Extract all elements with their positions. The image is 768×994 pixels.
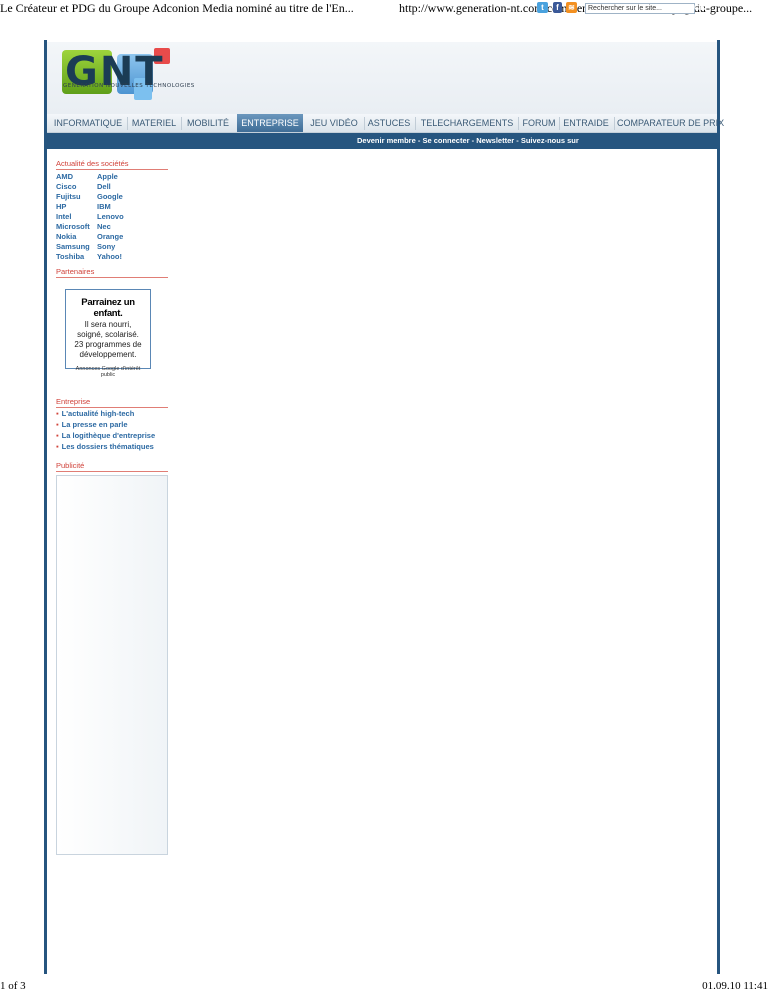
facebook-icon[interactable]: f <box>553 2 562 13</box>
ad-footer: Annonces Google d'intérêt public <box>75 366 141 378</box>
enterprise-link-label: La presse en parle <box>61 420 128 429</box>
follow-label: Suivez-nous sur <box>520 136 579 145</box>
member-bar: Devenir membre - Se connecter - Newslett… <box>47 133 717 149</box>
companies-heading: Actualité des sociétés <box>56 159 168 170</box>
ad-body: Il sera nourri, soigné, scolarisé. 23 pr… <box>74 320 142 359</box>
login-link[interactable]: Se connecter <box>422 136 469 145</box>
print-datetime: 01.09.10 11:41 <box>702 980 768 992</box>
company-link[interactable]: Google <box>97 192 123 201</box>
nav-separator <box>181 117 182 130</box>
link-separator: - <box>514 136 521 145</box>
bullet-icon: ▪ <box>56 442 59 451</box>
company-link[interactable]: Yahoo! <box>97 252 122 261</box>
nav-item-forum[interactable]: FORUM <box>521 114 557 132</box>
nav-item-entraide[interactable]: ENTRAIDE <box>561 114 611 132</box>
search-input[interactable]: Rechercher sur le site... <box>585 3 695 14</box>
company-link[interactable]: Fujitsu <box>56 192 81 201</box>
nav-separator <box>518 117 519 130</box>
join-link[interactable]: Devenir membre <box>357 136 416 145</box>
company-link[interactable]: Intel <box>56 212 71 221</box>
company-link[interactable]: Toshiba <box>56 252 84 261</box>
rss-icon[interactable]: ≋ <box>566 2 577 13</box>
enterprise-link-label: Les dossiers thématiques <box>61 442 154 451</box>
enterprise-heading: Entreprise <box>56 397 168 408</box>
advertising-heading: Publicité <box>56 461 168 472</box>
company-link[interactable]: Lenovo <box>97 212 124 221</box>
company-link[interactable]: Nec <box>97 222 111 231</box>
nav-item-comparateur-de-prix[interactable]: COMPARATEUR DE PRIX <box>617 114 724 132</box>
company-link[interactable]: Dell <box>97 182 111 191</box>
nav-item-materiel[interactable]: MATERIEL <box>131 114 177 132</box>
enterprise-link-label: L'actualité high-tech <box>61 409 135 418</box>
advertising-slot <box>56 475 168 855</box>
print-page-number: 1 of 3 <box>0 980 26 992</box>
twitter-icon[interactable]: t <box>537 2 548 13</box>
bullet-icon: ▪ <box>56 431 59 440</box>
main-nav: INFORMATIQUE MATERIEL MOBILITÉ ENTREPRIS… <box>47 114 724 133</box>
company-link[interactable]: Cisco <box>56 182 76 191</box>
sponsored-ad[interactable]: Parrainez un enfant. Il sera nourri, soi… <box>65 289 151 378</box>
bullet-icon: ▪ <box>56 420 59 429</box>
nav-separator <box>559 117 560 130</box>
company-link[interactable]: AMD <box>56 172 73 181</box>
nav-item-mobilite[interactable]: MOBILITÉ <box>185 114 231 132</box>
company-link[interactable]: Microsoft <box>56 222 90 231</box>
search-submit-button[interactable]: OK <box>694 2 706 14</box>
logo-tagline: GENERATION NOUVELLES TECHNOLOGIES <box>63 83 195 89</box>
ad-title: Parrainez un enfant. <box>81 297 135 319</box>
enterprise-link-label: La logithèque d'entreprise <box>61 431 156 440</box>
enterprise-link[interactable]: ▪ Les dossiers thématiques <box>56 442 154 451</box>
print-page-title: Le Créateur et PDG du Groupe Adconion Me… <box>0 1 354 15</box>
print-footer: 1 of 3 01.09.10 11:41 <box>0 980 768 994</box>
company-link[interactable]: Sony <box>97 242 115 251</box>
enterprise-link[interactable]: ▪ La presse en parle <box>56 420 128 429</box>
nav-item-telechargements[interactable]: TELECHARGEMENTS <box>419 114 515 132</box>
newsletter-link[interactable]: Newsletter <box>476 136 514 145</box>
nav-item-informatique[interactable]: INFORMATIQUE <box>53 114 123 132</box>
bullet-icon: ▪ <box>56 409 59 418</box>
nav-item-entreprise[interactable]: ENTREPRISE <box>237 114 303 132</box>
nav-separator <box>364 117 365 130</box>
nav-separator <box>415 117 416 130</box>
site-logo[interactable]: GNT GENERATION NOUVELLES TECHNOLOGIES <box>59 48 199 104</box>
company-link[interactable]: Apple <box>97 172 118 181</box>
nav-item-jeu-video[interactable]: JEU VIDÉO <box>307 114 361 132</box>
enterprise-link[interactable]: ▪ L'actualité high-tech <box>56 409 134 418</box>
nav-separator <box>614 117 615 130</box>
company-link[interactable]: Samsung <box>56 242 90 251</box>
company-link[interactable]: Orange <box>97 232 123 241</box>
member-links: Devenir membre - Se connecter - Newslett… <box>357 133 579 149</box>
partners-heading: Partenaires <box>56 267 168 278</box>
nav-item-astuces[interactable]: ASTUCES <box>367 114 411 132</box>
nav-separator <box>127 117 128 130</box>
company-link[interactable]: Nokia <box>56 232 76 241</box>
company-link[interactable]: IBM <box>97 202 111 211</box>
enterprise-link[interactable]: ▪ La logithèque d'entreprise <box>56 431 155 440</box>
company-link[interactable]: HP <box>56 202 66 211</box>
